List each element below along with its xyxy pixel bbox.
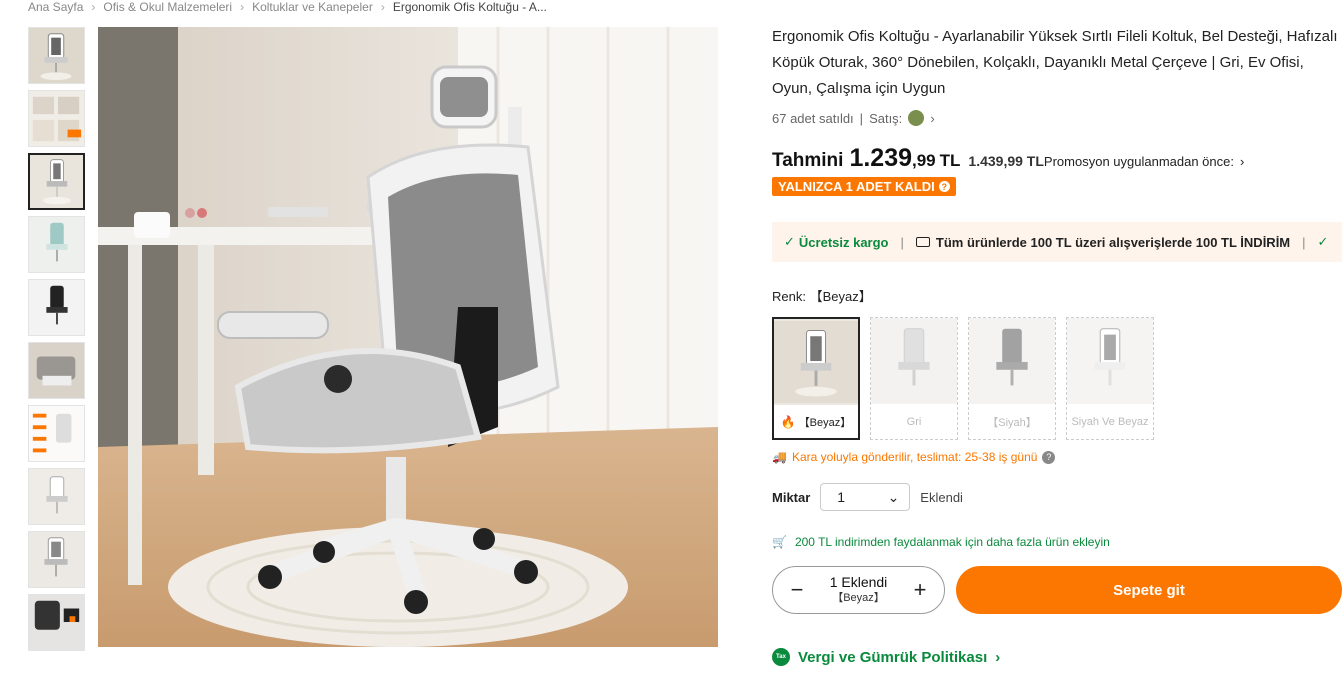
swatch-label: Gri — [906, 415, 922, 428]
chevron-down-icon: ⌄ — [887, 488, 900, 505]
tax-policy-title: Vergi ve Gümrük Politikası — [798, 648, 988, 666]
quantity-added-label: Eklendi — [920, 489, 963, 505]
swatch-label: 【Siyah】 — [987, 416, 1037, 429]
minus-button[interactable]: − — [787, 577, 807, 603]
thumbnail-gallery — [28, 27, 86, 657]
price-currency: TL — [939, 151, 961, 170]
tax-icon: Tax — [772, 648, 790, 666]
sold-row: 67 adet satıldı | Satış: › — [772, 110, 1342, 126]
color-option-beyaz[interactable]: 🔥 【Beyaz】 — [772, 317, 860, 440]
color-option-siyah-ve-beyaz[interactable]: Siyah Ve Beyaz — [1066, 317, 1154, 440]
divider: | — [900, 234, 904, 250]
chevron-right-icon[interactable]: › — [1240, 154, 1244, 169]
seller-label: Satış: — [869, 110, 903, 126]
price-row: Tahmini 1.239 ,99 TL 1.439,99 TL Promosy… — [772, 144, 1342, 173]
old-price-note[interactable]: Promosyon uygulanmadan önce: — [1044, 154, 1234, 169]
product-info: Ergonomik Ofis Koltuğu - Ayarlanabilir Y… — [772, 24, 1342, 196]
breadcrumb: Ana Sayfa › Ofis & Okul Malzemeleri › Ko… — [28, 0, 547, 14]
price-label: Tahmini — [772, 150, 844, 171]
chevron-right-icon: › — [240, 0, 245, 14]
quantity-stepper: − 1 Eklendi 【Beyaz】 + — [772, 566, 945, 614]
sold-count: 67 adet satıldı — [772, 110, 854, 126]
truck-icon: 🚚 — [772, 450, 787, 464]
thumbnail-3[interactable] — [28, 153, 85, 210]
price-decimal: ,99 — [912, 151, 936, 170]
color-label: Renk: — [772, 289, 806, 304]
cart-hint: 🛒 200 TL indirimden faydalanmak için dah… — [772, 535, 1110, 549]
shipping-note-text: Kara yoluyla gönderilir, teslimat: 25-38… — [791, 450, 1038, 464]
check-icon: ✓ — [1317, 234, 1329, 249]
swatch-label: 🔥 【Beyaz】 — [780, 414, 852, 429]
color-label-row: Renk: 【Beyaz】 — [772, 286, 872, 305]
quantity-select[interactable]: 1 ⌄ — [820, 483, 911, 511]
chevron-right-icon: › — [380, 0, 385, 14]
old-price: 1.439,99 TL — [968, 153, 1044, 169]
quantity-label: Miktar — [772, 489, 811, 505]
coupon-icon — [915, 237, 930, 247]
cart-icon: 🛒 — [772, 535, 787, 549]
chevron-right-icon: › — [91, 0, 96, 14]
chevron-right-icon: › — [995, 648, 1001, 666]
chevron-right-icon[interactable]: › — [930, 111, 934, 126]
question-icon[interactable]: ? — [1042, 450, 1056, 464]
color-selected: 【Beyaz】 — [809, 289, 872, 304]
tax-policy-row[interactable]: Tax Vergi ve Gümrük Politikası › — [772, 648, 1000, 666]
seller-avatar[interactable] — [908, 110, 925, 126]
thumbnail-6[interactable] — [28, 342, 85, 399]
swatch-label: Siyah Ve Beyaz — [1071, 415, 1149, 428]
breadcrumb-category[interactable]: Ofis & Okul Malzemeleri — [103, 0, 232, 14]
stock-badge-label: YALNIZCA 1 ADET KALDI — [778, 179, 935, 194]
quantity-row: Miktar 1 ⌄ Eklendi — [772, 483, 963, 511]
stock-badge: YALNIZCA 1 ADET KALDI ? — [772, 177, 956, 196]
divider: | — [1302, 234, 1306, 250]
swatch-image — [1067, 318, 1153, 404]
quantity-value: 1 — [837, 489, 846, 505]
question-icon[interactable]: ? — [938, 181, 950, 192]
breadcrumb-subcategory[interactable]: Koltuklar ve Kanepeler — [252, 0, 373, 14]
swatch-image — [969, 318, 1055, 404]
thumbnail-1[interactable] — [28, 27, 85, 84]
main-product-image[interactable] — [98, 27, 718, 647]
thumbnail-8[interactable] — [28, 468, 85, 525]
thumbnail-5[interactable] — [28, 279, 85, 336]
color-option-siyah[interactable]: 【Siyah】 — [968, 317, 1056, 440]
stepper-info: 1 Eklendi 【Beyaz】 — [830, 574, 888, 606]
thumbnail-7[interactable] — [28, 405, 85, 462]
swatch-image — [871, 318, 957, 404]
price-main: 1.239 — [849, 144, 912, 172]
check-icon: ✓ — [784, 234, 795, 249]
shipping-note: 🚚 Kara yoluyla gönderilir, teslimat: 25-… — [772, 450, 1056, 464]
thumbnail-4[interactable] — [28, 216, 85, 273]
cart-hint-text: 200 TL indirimden faydalanmak için daha … — [794, 535, 1110, 549]
color-swatches: 🔥 【Beyaz】 Gri 【Siyah】 Siyah Ve Beyaz — [772, 317, 1154, 440]
thumbnail-9[interactable] — [28, 531, 85, 588]
stepper-added: 1 Eklendi — [829, 574, 888, 590]
thumbnail-10[interactable] — [28, 594, 85, 651]
breadcrumb-home[interactable]: Ana Sayfa — [28, 0, 83, 14]
discount-deal-label: Tüm ürünlerde 100 TL üzeri alışverişlerd… — [935, 234, 1291, 250]
thumbnail-2[interactable] — [28, 90, 85, 147]
swatch-image — [774, 319, 858, 405]
free-shipping-label: Ücretsiz kargo — [798, 234, 889, 250]
go-to-cart-button[interactable]: Sepete git — [956, 566, 1342, 614]
promo-bar: ✓ Ücretsiz kargo | Tüm ürünlerde 100 TL … — [772, 222, 1342, 262]
product-title: Ergonomik Ofis Koltuğu - Ayarlanabilir Y… — [772, 28, 1338, 97]
stepper-variant: 【Beyaz】 — [832, 592, 885, 604]
breadcrumb-current: Ergonomik Ofis Koltuğu - A... — [392, 0, 547, 14]
divider: | — [859, 110, 864, 126]
plus-button[interactable]: + — [910, 577, 930, 603]
flame-icon: 🔥 — [780, 414, 796, 429]
color-option-gri[interactable]: Gri — [870, 317, 958, 440]
